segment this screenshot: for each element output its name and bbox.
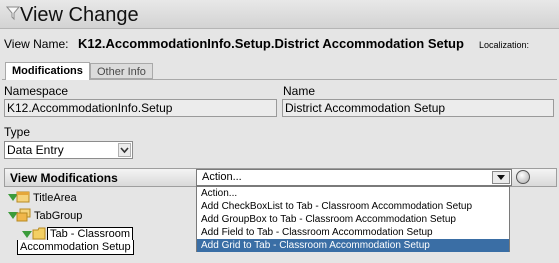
dropdown-option[interactable]: Add Field to Tab - Classroom Accommodati… <box>197 226 509 239</box>
tab-modifications[interactable]: Modifications <box>5 62 90 80</box>
view-name-label: View Name: <box>4 37 69 51</box>
tree-item-tabgroup[interactable]: TabGroup <box>34 210 82 222</box>
name-field[interactable]: District Accommodation Setup <box>282 99 554 117</box>
tree-item-tab-classroom[interactable]: Tab - Classroom <box>47 227 134 240</box>
go-icon[interactable] <box>516 170 530 184</box>
view-name-value: K12.AccommodationInfo.Setup.District Acc… <box>78 36 464 51</box>
dropdown-option[interactable]: Add CheckBoxList to Tab - Classroom Acco… <box>197 200 509 213</box>
dropdown-option-selected[interactable]: Add Grid to Tab - Classroom Accommodatio… <box>197 239 509 252</box>
name-label: Name <box>283 84 316 98</box>
type-label: Type <box>4 125 31 139</box>
title-area-icon <box>16 191 30 203</box>
view-modifications-title: View Modifications <box>10 171 118 185</box>
localization-label: Localization: <box>479 40 530 50</box>
folder-icon <box>32 227 46 240</box>
tree-item-titlearea[interactable]: TitleArea <box>33 192 77 204</box>
tree-expand-icon[interactable] <box>22 231 32 239</box>
tree-item-tab-classroom-cont[interactable]: Accommodation Setup <box>17 240 134 255</box>
tabgroup-icon <box>16 208 31 222</box>
dropdown-option[interactable]: Action... <box>197 187 509 200</box>
namespace-field[interactable]: K12.AccommodationInfo.Setup <box>4 99 277 117</box>
action-combo[interactable]: Action... <box>196 169 512 186</box>
tab-other-info[interactable]: Other Info <box>90 63 153 79</box>
filter-icon <box>6 6 20 21</box>
namespace-label: Namespace <box>4 84 69 98</box>
dropdown-option[interactable]: Add GroupBox to Tab - Classroom Accommod… <box>197 213 509 226</box>
action-combo-value: Action... <box>202 171 242 183</box>
action-dropdown-list[interactable]: Action... Add CheckBoxList to Tab - Clas… <box>196 186 510 252</box>
type-select-value: Data Entry <box>7 143 64 157</box>
dropdown-arrow-icon[interactable] <box>492 171 510 184</box>
type-select[interactable]: Data Entry <box>4 141 133 159</box>
dropdown-arrow-icon[interactable] <box>118 143 131 157</box>
window-title: View Change <box>20 4 139 26</box>
